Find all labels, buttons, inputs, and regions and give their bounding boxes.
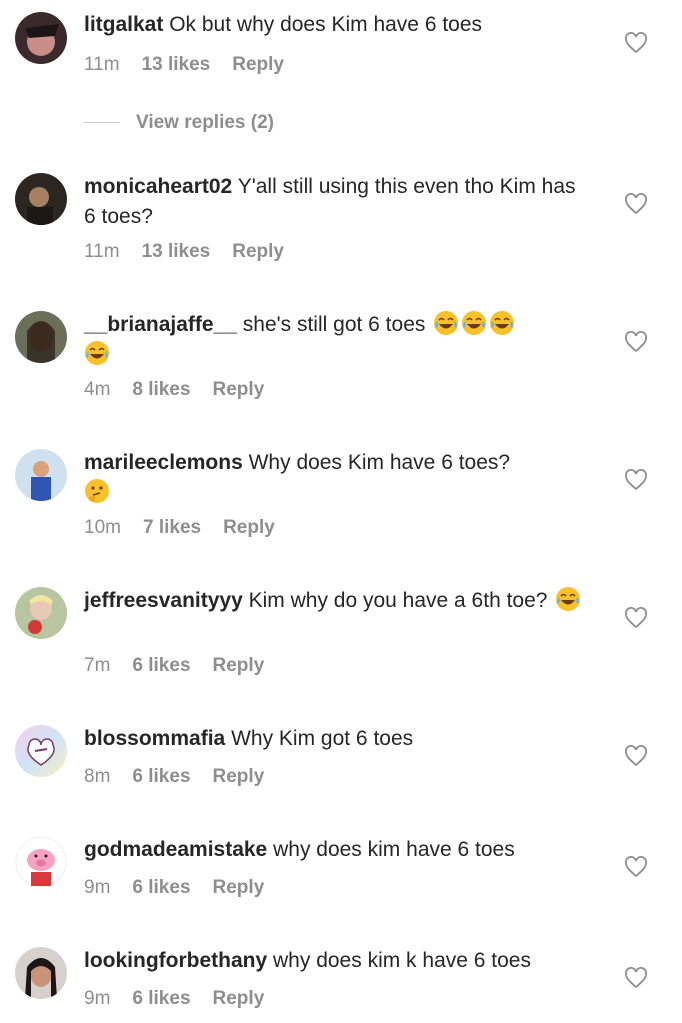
- comment-text: lookingforbethany why does kim k have 6 …: [84, 946, 584, 976]
- tears-of-joy-emoji-icon: [462, 311, 487, 335]
- avatar[interactable]: [15, 947, 67, 999]
- comment-body: Why Kim got 6 toes: [231, 727, 414, 750]
- heart-icon[interactable]: [624, 469, 648, 491]
- comment-time: 4m: [84, 379, 111, 400]
- likes-count[interactable]: 6 likes: [132, 877, 190, 898]
- comment-time: 11m: [84, 241, 120, 262]
- comment-body: Kim why do you have a 6th toe?: [248, 589, 548, 612]
- view-replies-label: View replies (2): [136, 112, 274, 133]
- heart-icon[interactable]: [624, 607, 648, 629]
- avatar[interactable]: [15, 311, 67, 363]
- comment-meta: 8m 6 likes Reply: [84, 766, 286, 788]
- username-link[interactable]: litgalkat: [84, 13, 163, 36]
- comment-text: monicaheart02 Y'all still using this eve…: [84, 172, 584, 232]
- tears-of-joy-emoji-icon: [85, 341, 109, 365]
- comment-body: why does kim have 6 toes: [273, 838, 515, 861]
- avatar[interactable]: [15, 12, 67, 64]
- likes-count[interactable]: 13 likes: [142, 241, 211, 262]
- avatar[interactable]: [15, 449, 67, 501]
- comment-meta: 4m 8 likes Reply: [84, 379, 286, 401]
- username-link[interactable]: jeffreesvanityyy: [84, 589, 243, 612]
- heart-icon[interactable]: [624, 856, 648, 878]
- comment-time: 10m: [84, 517, 121, 538]
- heart-icon[interactable]: [624, 32, 648, 54]
- comment-time: 9m: [84, 988, 111, 1009]
- comment-text: marileeclemons Why does Kim have 6 toes?: [84, 448, 584, 508]
- heart-icon[interactable]: [624, 193, 648, 215]
- comment-text: godmadeamistake why does kim have 6 toes: [84, 835, 584, 865]
- heart-icon[interactable]: [624, 331, 648, 353]
- heart-icon[interactable]: [624, 745, 648, 767]
- reply-button[interactable]: Reply: [213, 877, 265, 898]
- comment-time: 7m: [84, 655, 111, 676]
- username-link[interactable]: monicaheart02: [84, 175, 232, 198]
- comment-meta: 7m 6 likes Reply: [84, 655, 286, 677]
- avatar[interactable]: [15, 836, 67, 888]
- comment-time: 8m: [84, 766, 111, 787]
- comment-body: she's still got 6 toes: [242, 313, 426, 336]
- comment-meta: 9m 6 likes Reply: [84, 988, 286, 1010]
- username-link[interactable]: godmadeamistake: [84, 838, 267, 861]
- comment-time: 11m: [84, 54, 120, 75]
- username-link[interactable]: blossommafia: [84, 727, 225, 750]
- reply-button[interactable]: Reply: [213, 766, 265, 787]
- likes-count[interactable]: 6 likes: [132, 988, 190, 1009]
- comment-meta: 11m 13 likes Reply: [84, 54, 306, 76]
- reply-button[interactable]: Reply: [213, 988, 265, 1009]
- replies-divider: [84, 122, 120, 124]
- username-link[interactable]: __brianajaffe__: [84, 313, 237, 336]
- reply-button[interactable]: Reply: [232, 54, 284, 75]
- reply-button[interactable]: Reply: [232, 241, 284, 262]
- comment-text: jeffreesvanityyy Kim why do you have a 6…: [84, 586, 584, 616]
- comment-text: blossommafia Why Kim got 6 toes: [84, 724, 584, 754]
- comment-meta: 10m 7 likes Reply: [84, 517, 297, 539]
- comment-text: litgalkat Ok but why does Kim have 6 toe…: [84, 10, 584, 40]
- username-link[interactable]: lookingforbethany: [84, 949, 267, 972]
- avatar[interactable]: [15, 587, 67, 639]
- comment-meta: 11m 13 likes Reply: [84, 241, 306, 263]
- view-replies-button[interactable]: View replies (2): [84, 112, 274, 134]
- avatar[interactable]: [15, 173, 67, 225]
- comment-meta: 9m 6 likes Reply: [84, 877, 286, 899]
- likes-count[interactable]: 7 likes: [143, 517, 201, 538]
- comment-body: why does kim k have 6 toes: [273, 949, 531, 972]
- likes-count[interactable]: 8 likes: [132, 379, 190, 400]
- comment-text: __brianajaffe__ she's still got 6 toes: [84, 310, 584, 370]
- thinking-face-emoji-icon: [85, 479, 109, 503]
- heart-icon[interactable]: [624, 967, 648, 989]
- comment-time: 9m: [84, 877, 111, 898]
- comment-body: Ok but why does Kim have 6 toes: [169, 13, 483, 36]
- reply-button[interactable]: Reply: [213, 655, 265, 676]
- comment-body: Why does Kim have 6 toes?: [248, 451, 511, 474]
- avatar[interactable]: [15, 725, 67, 777]
- tears-of-joy-emoji-icon: [434, 311, 459, 335]
- likes-count[interactable]: 6 likes: [132, 655, 190, 676]
- username-link[interactable]: marileeclemons: [84, 451, 243, 474]
- reply-button[interactable]: Reply: [213, 379, 265, 400]
- tears-of-joy-emoji-icon: [556, 587, 581, 611]
- likes-count[interactable]: 6 likes: [132, 766, 190, 787]
- tears-of-joy-emoji-icon: [490, 311, 515, 335]
- reply-button[interactable]: Reply: [223, 517, 275, 538]
- likes-count[interactable]: 13 likes: [142, 54, 211, 75]
